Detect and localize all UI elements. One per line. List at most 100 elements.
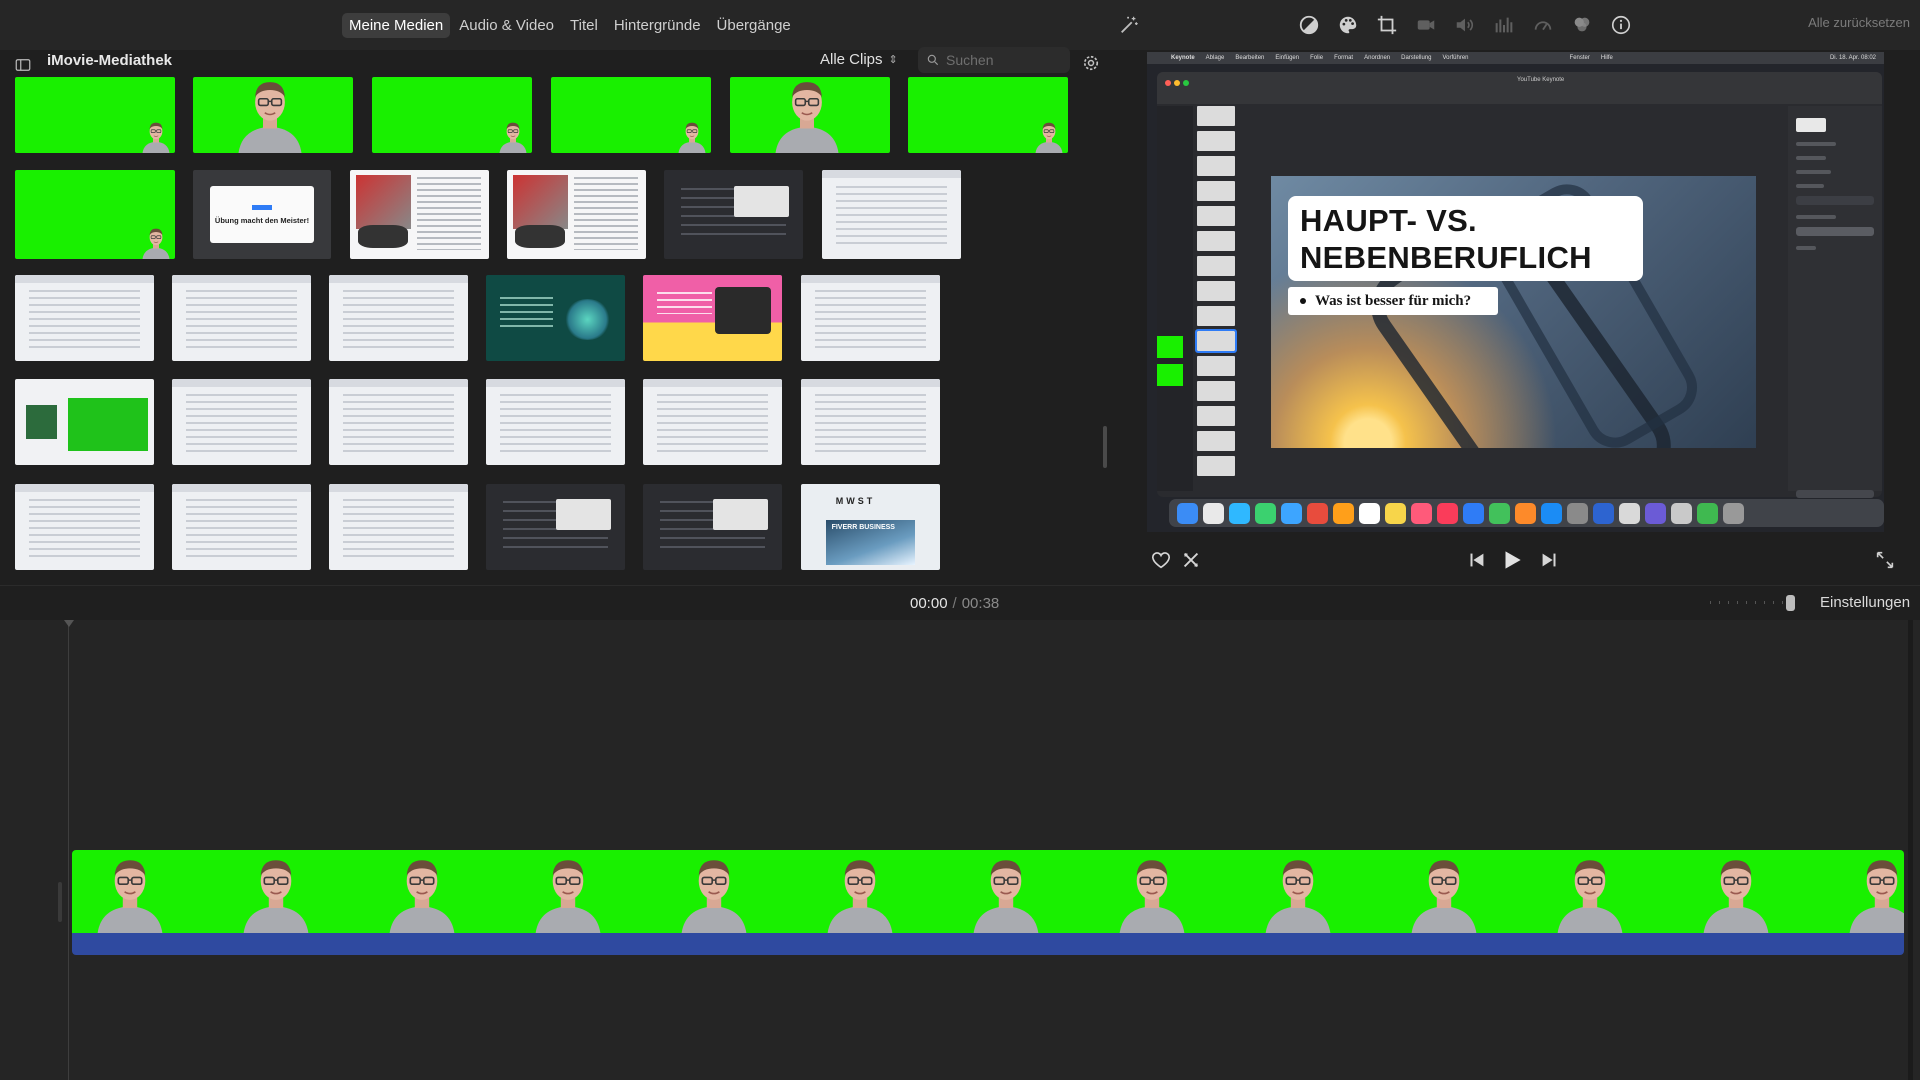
media-clip-thumbnail[interactable] [486,379,625,465]
dock-app-icon [1515,502,1536,524]
magic-wand-icon[interactable] [1116,12,1141,37]
tab-uebergaenge[interactable]: Übergänge [710,13,798,38]
reject-icon[interactable] [1178,547,1203,572]
skip-forward-icon[interactable] [1536,547,1561,572]
media-clip-thumbnail[interactable]: MWST FIVERR BUSINESS [801,484,940,570]
clip-frame-presenter [1554,854,1626,933]
media-clip-thumbnail[interactable] [643,275,782,361]
dock-app-icon [1489,502,1510,524]
timeline-clip[interactable] [72,850,1904,955]
search-input[interactable] [946,52,1056,68]
adjustment-tools [1296,12,1633,37]
keynote-slide-thumbnail [1197,281,1235,301]
color-balance-icon[interactable] [1296,12,1321,37]
keynote-slide-thumbnail [1197,131,1235,151]
keynote-slide-thumbnail [1197,431,1235,451]
timeline-settings-button[interactable]: Einstellungen [1820,594,1910,611]
volume-icon[interactable] [1452,12,1477,37]
slide-title: HAUPT- VS. NEBENBERUFLICH [1288,196,1643,281]
clips-filter-dropdown[interactable]: Alle Clips ⇕ [820,51,898,68]
media-clip-thumbnail[interactable] [551,77,711,153]
fullscreen-icon[interactable] [1872,547,1897,572]
media-clip-thumbnail[interactable] [15,170,175,259]
keynote-slide-thumbnail [1195,329,1237,353]
tab-titel[interactable]: Titel [563,13,605,38]
media-clip-thumbnail[interactable] [329,275,468,361]
clip-frame-presenter [94,854,166,933]
media-clip-thumbnail[interactable] [486,275,625,361]
media-clip-thumbnail[interactable] [664,170,803,259]
media-clip-thumbnail[interactable] [15,379,154,465]
skip-back-icon[interactable] [1464,547,1489,572]
timeline[interactable] [0,620,1920,1080]
dock-app-icon [1177,502,1198,524]
crop-icon[interactable] [1374,12,1399,37]
media-clip-thumbnail[interactable] [172,379,311,465]
media-clip-thumbnail[interactable] [822,170,961,259]
viewer-preview: Keynote Ablage Bearbeiten Einfügen Folie… [1147,52,1884,532]
media-clip-thumbnail[interactable] [801,379,940,465]
dock-app-icon [1463,502,1484,524]
media-clip-thumbnail[interactable] [643,379,782,465]
playhead-marker[interactable] [64,620,74,627]
clips-filter-label: Alle Clips [820,51,883,68]
media-clip-thumbnail[interactable] [801,275,940,361]
clip-audio-track[interactable] [72,933,1904,955]
top-toolbar: Meine Medien Audio & Video Titel Hinterg… [0,0,1920,50]
media-clip-thumbnail[interactable] [172,275,311,361]
tab-audio-video[interactable]: Audio & Video [452,13,561,38]
zoom-slider-knob[interactable] [1786,595,1795,611]
media-clip-thumbnail[interactable] [15,275,154,361]
tab-meine-medien[interactable]: Meine Medien [342,13,451,38]
search-field[interactable] [918,47,1070,73]
clip-frame-presenter [1700,854,1772,933]
clip-frame-presenter [1408,854,1480,933]
dock-app-icon [1307,502,1328,524]
timeline-scrollbar[interactable] [1908,620,1913,1080]
play-icon[interactable] [1497,545,1527,575]
library-title: iMovie-Mediathek [47,52,173,69]
media-clip-thumbnail[interactable] [908,77,1068,153]
media-browser-tabs: Meine Medien Audio & Video Titel Hinterg… [342,13,798,38]
info-icon[interactable] [1608,12,1633,37]
media-clip-thumbnail[interactable] [329,379,468,465]
equalizer-icon[interactable] [1491,12,1516,37]
sidebar-toggle-icon[interactable] [10,52,35,77]
clip-video-track[interactable] [72,850,1904,933]
keynote-slide-thumbnail [1197,106,1235,126]
media-library: iMovie-Mediathek Alle Clips ⇕ Suchen Übu… [0,47,1110,585]
keynote-slide-thumbnail [1197,406,1235,426]
library-settings-gear-icon[interactable] [1078,50,1103,75]
clip-trim-handle[interactable] [58,882,62,922]
media-clip-thumbnail[interactable] [643,484,782,570]
media-clip-thumbnail[interactable]: Übung macht den Meister! [193,170,331,259]
tab-hintergruende[interactable]: Hintergründe [607,13,708,38]
dock-app-icon [1281,502,1302,524]
media-clip-thumbnail[interactable] [730,77,890,153]
playhead-line[interactable] [68,620,69,1080]
clip-frame-presenter [240,854,312,933]
reset-all-button[interactable]: Alle zurücksetzen [1808,15,1910,30]
library-scrollbar[interactable] [1103,426,1107,468]
camera-stabilization-icon[interactable] [1413,12,1438,37]
media-clip-thumbnail[interactable] [350,170,489,259]
media-clip-thumbnail[interactable] [329,484,468,570]
clip-grid: Übung macht den Meister! MWST FIVERR BUSIN… [0,77,1110,585]
keynote-slide-canvas: HAUPT- VS. NEBENBERUFLICH Was ist besser… [1271,176,1756,448]
favorite-heart-icon[interactable] [1148,547,1173,572]
speed-icon[interactable] [1530,12,1555,37]
media-clip-thumbnail[interactable] [372,77,532,153]
slide-thumb-text: Übung macht den Meister! [214,215,310,225]
media-clip-thumbnail[interactable] [193,77,353,153]
media-clip-thumbnail[interactable] [507,170,646,259]
timeline-zoom-slider[interactable] [1710,601,1794,604]
clip-filter-icon[interactable] [1569,12,1594,37]
media-clip-thumbnail[interactable] [15,77,175,153]
media-clip-thumbnail[interactable] [486,484,625,570]
keynote-slide-thumbnail [1197,206,1235,226]
color-palette-icon[interactable] [1335,12,1360,37]
media-clip-thumbnail[interactable] [15,484,154,570]
media-clip-thumbnail[interactable] [172,484,311,570]
keynote-slide-thumbnail [1197,456,1235,476]
dock-app-icon [1645,502,1666,524]
